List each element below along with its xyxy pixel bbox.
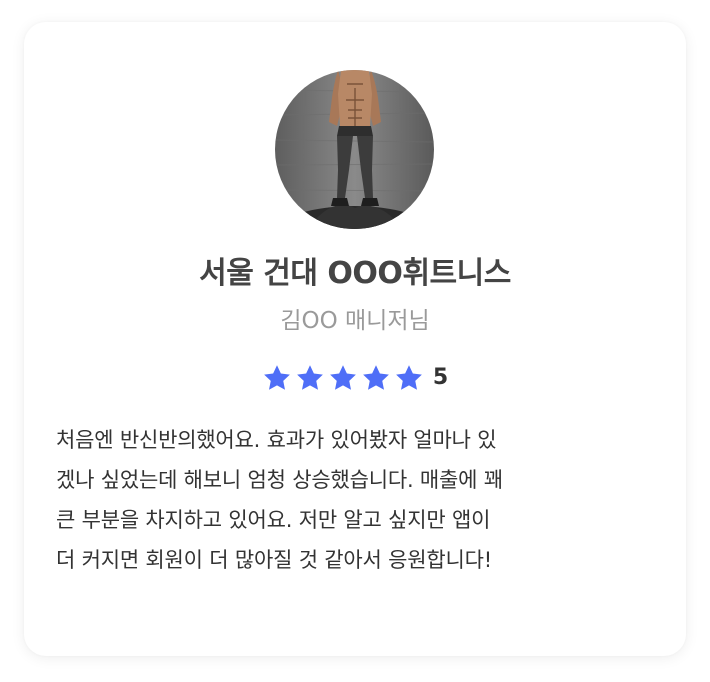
star-icon	[395, 365, 422, 390]
review-line: 더 커지면 회원이 더 많아질 것 같아서 응원합니다!	[56, 548, 492, 572]
avatar-photo	[275, 70, 434, 229]
review-line: 처음엔 반신반의했어요. 효과가 있어봤자 얼마나 있	[56, 428, 497, 452]
review-line: 겠나 싶었는데 해보니 엄청 상승했습니다. 매출에 꽤	[56, 468, 503, 492]
review-card: 서울 건대 OOO휘트니스 김OO 매니저님 5 처음엔 반신반의했어요. 효과…	[24, 22, 686, 656]
review-line: 큰 부분을 차지하고 있어요. 저만 알고 싶지만 앱이	[56, 508, 491, 532]
star-icon	[296, 365, 323, 390]
rating-value: 5	[432, 365, 449, 390]
star-rating	[262, 363, 427, 393]
star-icon	[362, 365, 389, 390]
gym-name: 서울 건대 OOO휘트니스	[199, 256, 511, 291]
rating: 5	[24, 363, 686, 393]
avatar	[275, 70, 434, 229]
star-icon	[329, 365, 356, 390]
review-text: 처음엔 반신반의했어요. 효과가 있어봤자 얼마나 있 겠나 싶었는데 해보니 …	[56, 420, 656, 580]
manager-name: 김OO 매니저님	[280, 308, 430, 334]
star-icon	[263, 365, 290, 390]
